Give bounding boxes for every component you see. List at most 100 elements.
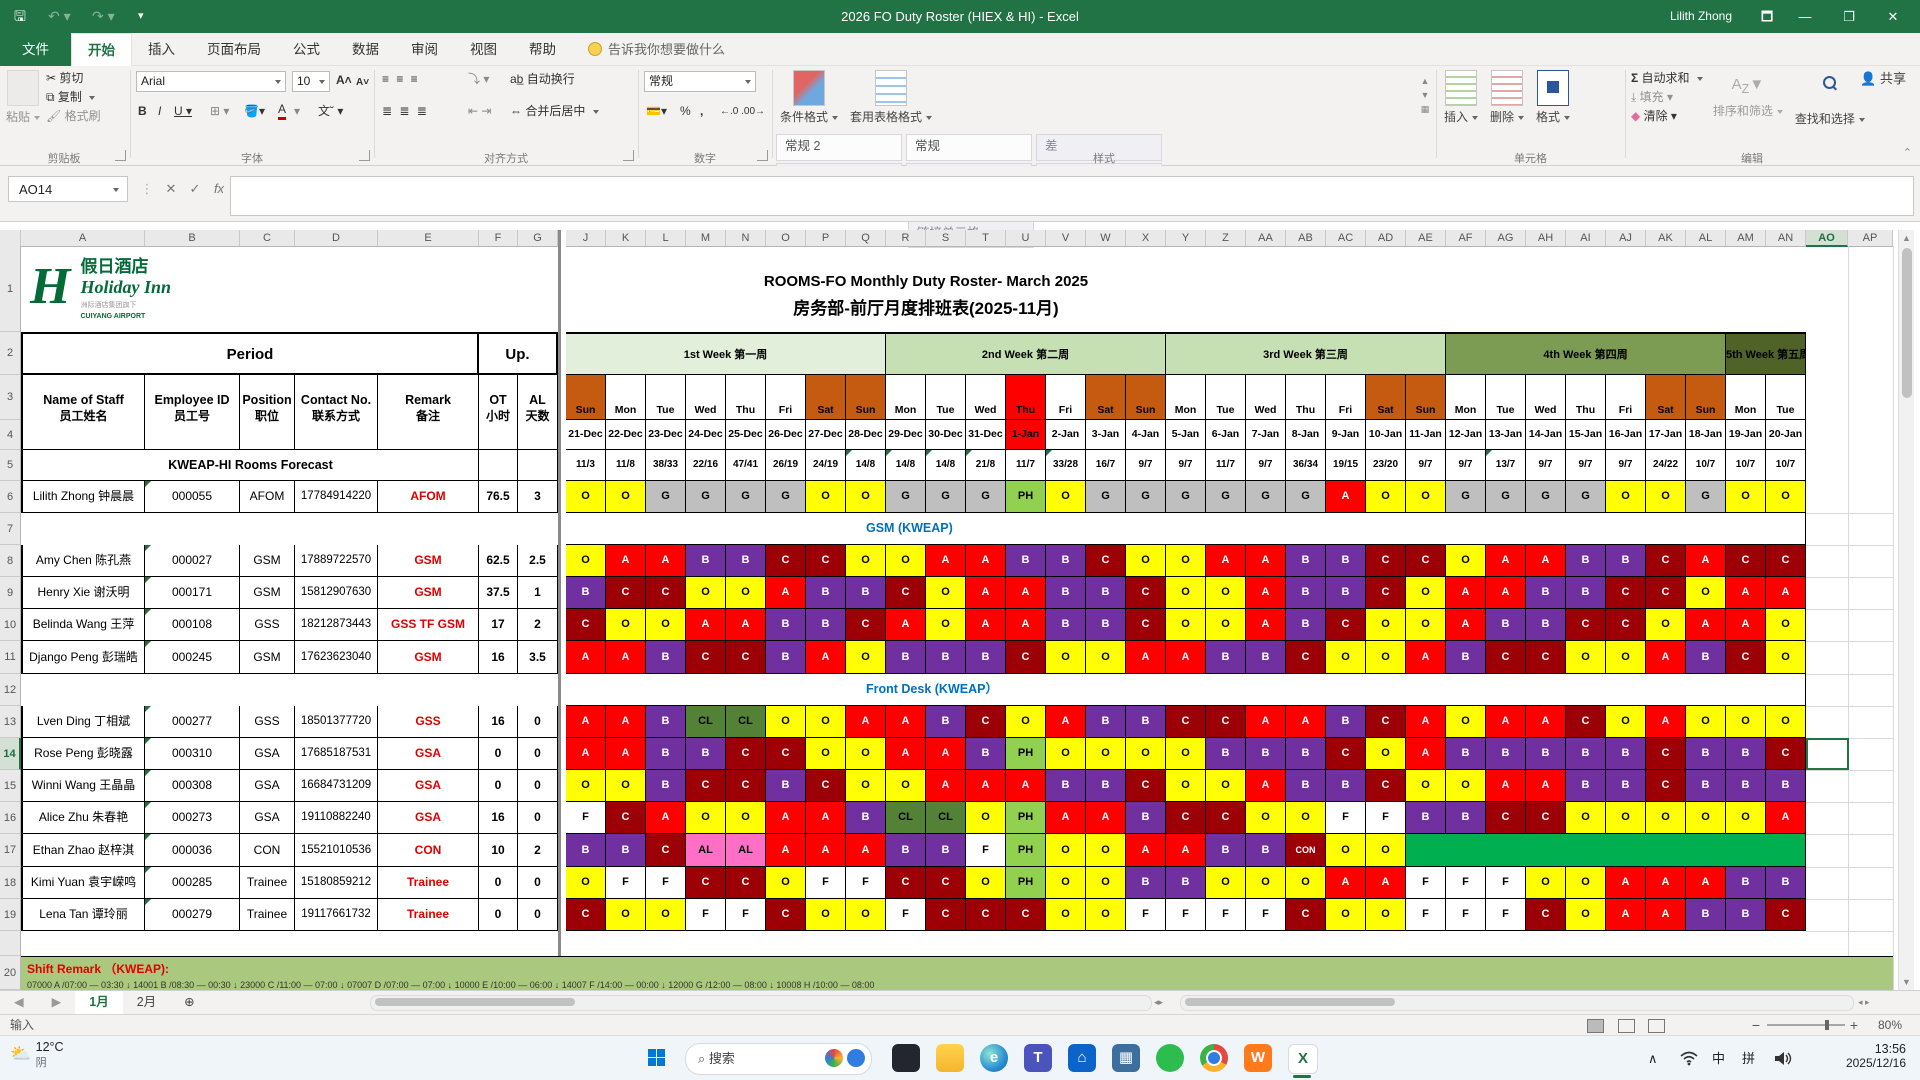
date-cell[interactable]: 19-Jan [1726, 420, 1766, 450]
shift-cell[interactable]: O [1566, 641, 1606, 674]
shift-cell[interactable]: O [766, 867, 806, 899]
shift-cell[interactable]: O [1206, 770, 1246, 802]
staff-al[interactable]: 0 [518, 706, 558, 738]
view-shortcuts[interactable] [1582, 1018, 1670, 1033]
shift-cell[interactable]: CON [1286, 834, 1326, 867]
shift-cell[interactable]: A [1326, 481, 1366, 513]
shift-cell[interactable]: O [926, 577, 966, 609]
shift-cell[interactable]: O [806, 481, 846, 513]
row-header-10[interactable]: 10 [0, 609, 21, 641]
italic-icon[interactable]: I [158, 102, 161, 121]
staff-remark[interactable]: AFOM [378, 481, 479, 513]
shift-cell[interactable]: PH [1006, 834, 1046, 867]
shift-cell[interactable]: B [1486, 738, 1526, 770]
column-header-AL[interactable]: AL [1686, 230, 1726, 247]
date-cell[interactable]: 12-Jan [1446, 420, 1486, 450]
date-cell[interactable]: 7-Jan [1246, 420, 1286, 450]
shift-cell[interactable]: B [1526, 738, 1566, 770]
shift-cell[interactable]: B [1286, 770, 1326, 802]
shift-cell[interactable]: A [1126, 834, 1166, 867]
share-button[interactable]: 👤 共享 [1860, 68, 1906, 87]
ribbon-display-options-icon[interactable]: 🗖 [1750, 0, 1784, 33]
shift-cell[interactable]: O [566, 481, 606, 513]
column-header-AI[interactable]: AI [1566, 230, 1606, 247]
shift-cell[interactable]: F [1406, 867, 1446, 899]
shift-cell[interactable]: O [1166, 770, 1206, 802]
blocked-period-cell[interactable] [1406, 834, 1806, 867]
shift-cell[interactable]: G [1206, 481, 1246, 513]
staff-ot[interactable]: 16 [479, 802, 518, 834]
tab-插入[interactable]: 插入 [132, 33, 191, 66]
ime-language-indicator[interactable]: 中 [1712, 1036, 1725, 1080]
shift-cell[interactable]: O [1046, 899, 1086, 931]
shift-cell[interactable]: G [686, 481, 726, 513]
shift-cell[interactable]: B [1406, 802, 1446, 834]
shift-cell[interactable]: C [1526, 802, 1566, 834]
shift-cell[interactable]: C [1566, 706, 1606, 738]
staff-al[interactable]: 3.5 [518, 641, 558, 674]
shift-cell[interactable]: F [1206, 899, 1246, 931]
shift-cell[interactable]: B [1686, 641, 1726, 674]
conditional-formatting-button[interactable]: 条件格式 [774, 66, 844, 127]
staff-contact[interactable]: 18501377720 [295, 706, 378, 738]
column-header-D[interactable]: D [295, 230, 378, 247]
day-name-cell[interactable]: Wed [1246, 375, 1286, 420]
shift-cell[interactable]: C [1646, 577, 1686, 609]
date-cell[interactable]: 20-Jan [1766, 420, 1806, 450]
shift-cell[interactable]: A [766, 834, 806, 867]
tab-视图[interactable]: 视图 [454, 33, 513, 66]
forecast-cell[interactable]: 14/8 [926, 450, 966, 481]
staff-ot[interactable]: 0 [479, 770, 518, 802]
staff-position[interactable]: CON [240, 834, 295, 867]
shift-cell[interactable]: CL [926, 802, 966, 834]
shift-cell[interactable]: B [726, 545, 766, 577]
shift-cell[interactable]: A [1726, 577, 1766, 609]
shift-cell[interactable]: O [1686, 706, 1726, 738]
row-header-6[interactable]: 6 [0, 481, 21, 513]
tab-公式[interactable]: 公式 [277, 33, 336, 66]
zoom-in-icon[interactable]: + [1850, 1015, 1858, 1035]
day-name-cell[interactable]: Mon [886, 375, 926, 420]
column-header-AP[interactable]: AP [1848, 230, 1893, 247]
day-name-cell[interactable]: Tue [1766, 375, 1806, 420]
shift-cell[interactable]: A [926, 545, 966, 577]
tray-chevron-icon[interactable]: ∧ [1648, 1036, 1658, 1080]
staff-remark[interactable]: GSS [378, 706, 479, 738]
date-cell[interactable]: 31-Dec [966, 420, 1006, 450]
shift-cell[interactable]: B [1286, 738, 1326, 770]
day-name-cell[interactable]: Wed [686, 375, 726, 420]
shift-cell[interactable]: O [1646, 609, 1686, 641]
shift-cell[interactable]: G [1686, 481, 1726, 513]
staff-ot[interactable]: 16 [479, 641, 518, 674]
shift-cell[interactable]: O [1766, 481, 1806, 513]
forecast-cell[interactable]: 9/7 [1526, 450, 1566, 481]
shift-cell[interactable]: B [1006, 545, 1046, 577]
staff-name[interactable]: Kimi Yuan 袁宇嵘鸣 [21, 867, 145, 899]
phonetic-icon[interactable]: 文˘ ▾ [318, 102, 343, 121]
forecast-cell[interactable]: 24/19 [806, 450, 846, 481]
forecast-cell[interactable]: 23/20 [1366, 450, 1406, 481]
staff-name[interactable]: Lena Tan 谭玲丽 [21, 899, 145, 931]
staff-id[interactable]: 000055 [145, 481, 240, 513]
staff-name[interactable]: Winni Wang 王晶晶 [21, 770, 145, 802]
decimal-icons[interactable]: ←.0 .00→ [720, 102, 765, 121]
shift-cell[interactable]: B [766, 641, 806, 674]
row-header-17[interactable]: 17 [0, 834, 21, 867]
shift-cell[interactable]: B [1726, 899, 1766, 931]
shift-cell[interactable]: B [1086, 706, 1126, 738]
gallery-scroll-icons[interactable]: ▲ ▼ ▦ [1418, 74, 1432, 116]
shift-cell[interactable]: B [886, 834, 926, 867]
shift-cell[interactable]: C [1766, 899, 1806, 931]
column-header-AM[interactable]: AM [1726, 230, 1766, 247]
shift-cell[interactable]: B [1086, 770, 1126, 802]
staff-id[interactable]: 000273 [145, 802, 240, 834]
forecast-cell[interactable]: 14/8 [846, 450, 886, 481]
staff-remark[interactable]: GSA [378, 770, 479, 802]
staff-id[interactable]: 000171 [145, 577, 240, 609]
fill-color-icon[interactable]: 🪣▾ [244, 102, 265, 121]
staff-id[interactable]: 000027 [145, 545, 240, 577]
shift-cell[interactable]: C [646, 577, 686, 609]
staff-remark[interactable]: Trainee [378, 899, 479, 931]
shift-cell[interactable]: CL [686, 706, 726, 738]
staff-ot[interactable]: 17 [479, 609, 518, 641]
